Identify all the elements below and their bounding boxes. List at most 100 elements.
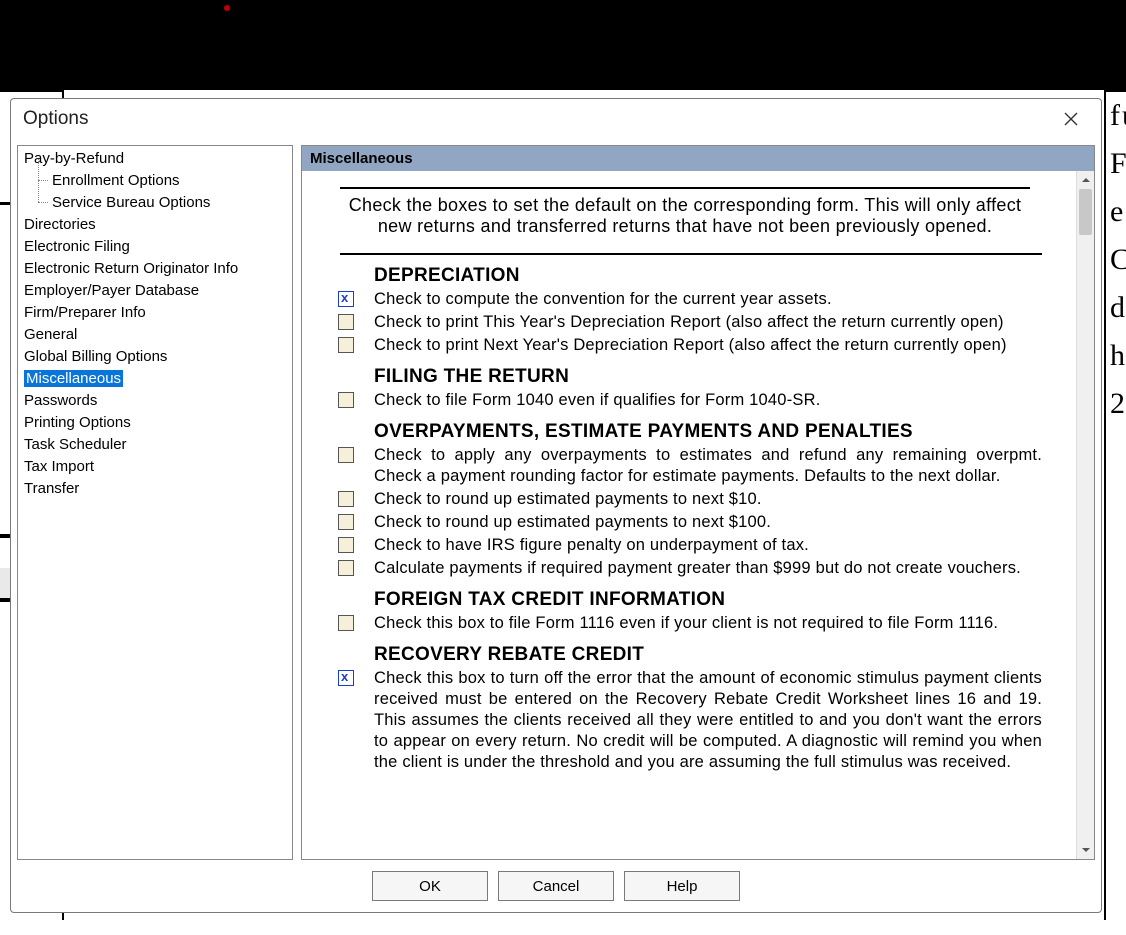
section: RECOVERY REBATE CREDITCheck this box to … xyxy=(310,644,1060,773)
tree-item-label: Global Billing Options xyxy=(24,348,167,365)
checkbox[interactable] xyxy=(338,491,354,507)
section: DEPRECIATIONCheck to compute the convent… xyxy=(310,265,1060,356)
tree-item[interactable]: Electronic Filing xyxy=(18,236,292,258)
tree-item-label: General xyxy=(24,326,77,343)
option-text: Check to have IRS figure penalty on unde… xyxy=(374,535,1042,556)
tree-item[interactable]: General xyxy=(18,324,292,346)
tree-item[interactable]: Enrollment Options xyxy=(18,170,292,192)
options-dialog: Options Pay-by-Refund Enrollment Options S… xyxy=(10,98,1102,913)
tree-item[interactable]: Task Scheduler xyxy=(18,434,292,456)
section-title: RECOVERY REBATE CREDIT xyxy=(374,644,1060,666)
scroll-down-button[interactable] xyxy=(1077,841,1094,859)
section: OVERPAYMENTS, ESTIMATE PAYMENTS AND PENA… xyxy=(310,421,1060,579)
option-row: Calculate payments if required payment g… xyxy=(310,558,1060,579)
tree-item[interactable]: Service Bureau Options xyxy=(18,192,292,214)
checkbox[interactable] xyxy=(338,615,354,631)
background-right-col: fu Fo e C d h 2 xyxy=(1104,90,1126,920)
option-row: Check this box to file Form 1116 even if… xyxy=(310,613,1060,634)
scroll-thumb[interactable] xyxy=(1079,189,1092,235)
tree-item[interactable]: Firm/Preparer Info xyxy=(18,302,292,324)
tree-item-label: Electronic Filing xyxy=(24,238,130,255)
checkbox[interactable] xyxy=(338,314,354,330)
tree-item-label: Printing Options xyxy=(24,414,131,431)
content-header: Miscellaneous xyxy=(302,146,1094,171)
tree-item-label: Passwords xyxy=(24,392,97,409)
vertical-scrollbar[interactable] xyxy=(1076,171,1094,859)
section-title: DEPRECIATION xyxy=(374,265,1060,287)
checkbox[interactable] xyxy=(338,670,354,686)
checkbox[interactable] xyxy=(338,560,354,576)
dialog-title: Options xyxy=(23,108,1049,130)
content-inner: Check the boxes to set the default on th… xyxy=(302,171,1076,859)
option-text: Check to round up estimated payments to … xyxy=(374,512,1042,533)
dialog-footer: OK Cancel Help xyxy=(11,860,1101,912)
tree-item[interactable]: Electronic Return Originator Info xyxy=(18,258,292,280)
option-text: Calculate payments if required payment g… xyxy=(374,558,1042,579)
option-text: Check to apply any overpayments to estim… xyxy=(374,445,1042,487)
tree-item[interactable]: Employer/Payer Database xyxy=(18,280,292,302)
close-icon xyxy=(1064,112,1078,126)
tree-item[interactable]: Transfer xyxy=(18,478,292,500)
cancel-button[interactable]: Cancel xyxy=(498,871,614,901)
tree-item-label: Directories xyxy=(24,216,96,233)
scroll-track[interactable] xyxy=(1077,189,1094,841)
dialog-titlebar: Options xyxy=(11,99,1101,139)
tree-item-label: Task Scheduler xyxy=(24,436,127,453)
section-title: FILING THE RETURN xyxy=(374,366,1060,388)
ok-button[interactable]: OK xyxy=(372,871,488,901)
checkbox[interactable] xyxy=(338,537,354,553)
content-scroll: Check the boxes to set the default on th… xyxy=(302,171,1094,859)
tree-item-label: Service Bureau Options xyxy=(52,194,210,211)
tree-item-label: Electronic Return Originator Info xyxy=(24,260,238,277)
intro-divider xyxy=(340,253,1042,255)
section-title: FOREIGN TAX CREDIT INFORMATION xyxy=(374,589,1060,611)
option-text: Check to print This Year's Depreciation … xyxy=(374,312,1042,333)
tree-item[interactable]: Passwords xyxy=(18,390,292,412)
checkbox[interactable] xyxy=(338,337,354,353)
tree-item[interactable]: Directories xyxy=(18,214,292,236)
intro-text: Check the boxes to set the default on th… xyxy=(340,195,1030,247)
option-text: Check to file Form 1040 even if qualifie… xyxy=(374,390,1042,411)
tree-item[interactable]: Pay-by-Refund xyxy=(18,148,292,170)
option-row: Check to round up estimated payments to … xyxy=(310,489,1060,510)
content-pane: Miscellaneous Check the boxes to set the… xyxy=(301,145,1095,860)
tree-item-label: Enrollment Options xyxy=(52,172,180,189)
close-button[interactable] xyxy=(1049,105,1093,133)
tree-item-label: Employer/Payer Database xyxy=(24,282,199,299)
tree-item-label: Miscellaneous xyxy=(24,370,123,387)
option-text: Check to round up estimated payments to … xyxy=(374,489,1042,510)
option-row: Check this box to turn off the error tha… xyxy=(310,668,1060,773)
red-dot-decoration xyxy=(224,5,230,11)
section-title: OVERPAYMENTS, ESTIMATE PAYMENTS AND PENA… xyxy=(374,421,1060,443)
cutoff-hidden-title xyxy=(340,177,1030,189)
tree-item[interactable]: Global Billing Options xyxy=(18,346,292,368)
tree-item-label: Firm/Preparer Info xyxy=(24,304,146,321)
dialog-body: Pay-by-Refund Enrollment Options Service B… xyxy=(11,139,1101,860)
chevron-up-icon xyxy=(1081,175,1091,185)
section: FILING THE RETURNCheck to file Form 1040… xyxy=(310,366,1060,411)
checkbox[interactable] xyxy=(338,447,354,463)
option-row: Check to round up estimated payments to … xyxy=(310,512,1060,533)
option-row: Check to print Next Year's Depreciation … xyxy=(310,335,1060,356)
background-black-bar xyxy=(0,0,1126,90)
checkbox[interactable] xyxy=(338,514,354,530)
checkbox[interactable] xyxy=(338,291,354,307)
option-row: Check to compute the convention for the … xyxy=(310,289,1060,310)
option-row: Check to print This Year's Depreciation … xyxy=(310,312,1060,333)
tree-item-label: Tax Import xyxy=(24,458,94,475)
tree-item[interactable]: Printing Options xyxy=(18,412,292,434)
checkbox[interactable] xyxy=(338,392,354,408)
section: FOREIGN TAX CREDIT INFORMATIONCheck this… xyxy=(310,589,1060,634)
tree-item[interactable]: Miscellaneous xyxy=(18,368,292,390)
option-row: Check to apply any overpayments to estim… xyxy=(310,445,1060,487)
option-text: Check to print Next Year's Depreciation … xyxy=(374,335,1042,356)
option-row: Check to file Form 1040 even if qualifie… xyxy=(310,390,1060,411)
scroll-up-button[interactable] xyxy=(1077,171,1094,189)
tree-item[interactable]: Tax Import xyxy=(18,456,292,478)
category-tree[interactable]: Pay-by-Refund Enrollment Options Service B… xyxy=(17,145,293,860)
option-row: Check to have IRS figure penalty on unde… xyxy=(310,535,1060,556)
option-text: Check to compute the convention for the … xyxy=(374,289,1042,310)
help-button[interactable]: Help xyxy=(624,871,740,901)
option-text: Check this box to file Form 1116 even if… xyxy=(374,613,1042,634)
tree-item-label: Transfer xyxy=(24,480,79,497)
